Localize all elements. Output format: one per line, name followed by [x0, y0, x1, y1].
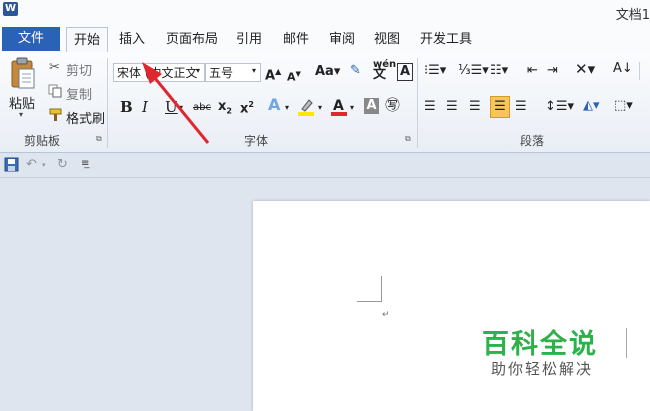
chinese-layout-icon[interactable]: ✕▾: [575, 60, 595, 78]
font-name-dropdown-icon[interactable]: ▾: [196, 66, 200, 75]
font-group-label: 字体: [244, 134, 269, 148]
tab-home[interactable]: 开始: [66, 27, 108, 53]
paragraph-group-label: 段落: [520, 134, 545, 148]
tab-insert[interactable]: 插入: [114, 27, 150, 52]
quick-access-toolbar: [0, 153, 650, 178]
tab-view[interactable]: 视图: [369, 27, 405, 52]
enclose-characters-icon[interactable]: ㊢: [385, 96, 400, 114]
paragraph-mark-icon: ↵: [382, 310, 390, 320]
watermark-subtitle: 助你轻松解决: [491, 360, 594, 378]
margin-corner-marker: [357, 276, 382, 302]
clipboard-group-label: 剪贴板: [24, 134, 61, 148]
justify-icon[interactable]: ☰: [490, 96, 510, 118]
font-name-input[interactable]: 宋体 (中文正文: [113, 63, 205, 82]
tab-page-layout[interactable]: 页面布局: [160, 27, 224, 52]
multilevel-list-icon[interactable]: ☷▾: [490, 62, 508, 80]
decrease-indent-icon[interactable]: ⇤: [527, 62, 538, 80]
grow-font-icon[interactable]: A▲: [265, 63, 281, 85]
align-center-icon[interactable]: ☰: [446, 98, 458, 116]
cut-button[interactable]: 剪切: [66, 60, 92, 79]
tab-mailings[interactable]: 邮件: [278, 27, 314, 52]
redo-icon[interactable]: ↻: [57, 157, 68, 172]
numbering-icon[interactable]: ⅓☰▾: [458, 62, 489, 80]
bullets-icon[interactable]: ⁝☰▾: [424, 62, 446, 80]
document-page[interactable]: [253, 201, 650, 411]
svg-text:A: A: [333, 98, 344, 114]
margin-marker: [626, 328, 627, 358]
paste-icon[interactable]: [9, 57, 37, 91]
subscript-icon[interactable]: x2: [218, 98, 232, 121]
clipboard-dialog-launcher-icon[interactable]: ⧉: [96, 134, 102, 144]
align-left-icon[interactable]: ☰: [424, 98, 436, 116]
increase-indent-icon[interactable]: ⇥: [547, 62, 558, 80]
phonetic-guide-icon[interactable]: wén 文: [373, 60, 396, 82]
align-right-icon[interactable]: ☰: [469, 98, 481, 116]
tab-file[interactable]: 文件: [2, 27, 60, 51]
tab-developer[interactable]: 开发工具: [415, 27, 477, 52]
tab-references[interactable]: 引用: [231, 27, 267, 52]
font-size-dropdown-icon[interactable]: ▾: [252, 66, 256, 75]
superscript-icon[interactable]: x2: [240, 96, 254, 118]
group-divider: [107, 58, 108, 148]
copy-button[interactable]: 复制: [66, 84, 92, 103]
text-effects-dropdown-icon[interactable]: ▾: [285, 103, 289, 112]
shrink-font-icon[interactable]: A▼: [287, 65, 301, 87]
font-color-dropdown-icon[interactable]: ▾: [350, 103, 354, 112]
font-dialog-launcher-icon[interactable]: ⧉: [405, 134, 411, 144]
scissors-icon[interactable]: ✂: [49, 60, 60, 75]
tab-review[interactable]: 审阅: [324, 27, 360, 52]
character-shading-icon[interactable]: A: [364, 98, 379, 114]
word-app-icon[interactable]: W: [3, 2, 18, 16]
line-spacing-icon[interactable]: ↕☰▾: [545, 98, 574, 116]
paste-dropdown-icon[interactable]: ▾: [19, 110, 23, 119]
underline-icon[interactable]: U: [165, 98, 178, 116]
highlight-dropdown-icon[interactable]: ▾: [318, 103, 322, 112]
clear-formatting-icon[interactable]: ✎: [350, 62, 361, 80]
bold-icon[interactable]: B: [120, 98, 133, 116]
divider: [639, 62, 640, 80]
copy-icon[interactable]: [48, 84, 62, 98]
highlight-color-icon[interactable]: [296, 97, 316, 117]
save-icon[interactable]: [4, 157, 19, 172]
undo-dropdown-icon[interactable]: ▾: [42, 161, 46, 169]
change-case-icon[interactable]: Aa▾: [315, 63, 340, 81]
italic-icon[interactable]: I: [142, 98, 148, 116]
strikethrough-icon[interactable]: abc: [193, 99, 211, 117]
watermark-title: 百科全说: [482, 329, 598, 360]
distributed-align-icon[interactable]: ☰: [515, 98, 527, 116]
format-painter-icon[interactable]: [48, 108, 64, 122]
sort-icon[interactable]: A↓: [613, 60, 633, 78]
document-title: 文档1: [615, 8, 650, 23]
text-effects-icon[interactable]: A: [268, 96, 280, 114]
borders-icon[interactable]: ⬚▾: [614, 97, 633, 115]
shading-icon[interactable]: ◭▾: [583, 97, 600, 115]
format-painter-button[interactable]: 格式刷: [66, 108, 105, 127]
undo-icon[interactable]: ↶: [26, 157, 37, 172]
customize-qat-icon[interactable]: ≡̲: [81, 158, 89, 169]
underline-dropdown-icon[interactable]: ▾: [179, 103, 183, 112]
font-color-icon[interactable]: A: [330, 96, 348, 118]
title-bar: [0, 0, 650, 27]
character-border-icon[interactable]: A: [397, 63, 413, 81]
group-divider: [417, 58, 418, 148]
